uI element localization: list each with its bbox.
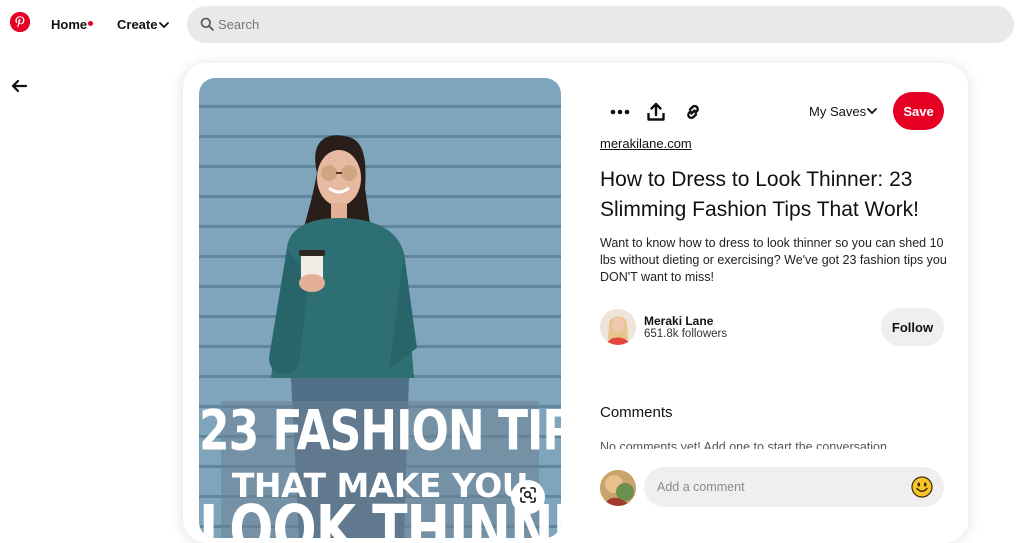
- comment-input[interactable]: [657, 467, 907, 507]
- comment-input-box[interactable]: [644, 467, 944, 507]
- creator-avatar[interactable]: [600, 309, 636, 345]
- chevron-down-icon[interactable]: [158, 18, 170, 36]
- creator-follower-count: 651.8k followers: [644, 328, 728, 340]
- source-link[interactable]: merakilane.com: [600, 136, 692, 151]
- user-avatar[interactable]: [600, 470, 636, 506]
- comments-heading[interactable]: Comments: [600, 404, 673, 421]
- notification-dot: [88, 21, 93, 26]
- follow-button[interactable]: Follow: [881, 308, 944, 346]
- board-selector-label[interactable]: My Saves: [809, 104, 866, 119]
- image-headline-line3: LOOK THINNER: [199, 492, 561, 539]
- nav-create-link[interactable]: Create: [117, 17, 157, 32]
- more-dots-icon[interactable]: [609, 101, 631, 123]
- pin-image[interactable]: 23 FASHION TIPS THAT MAKE YOU LOOK THINN…: [199, 78, 561, 538]
- image-headline-line1: 23 FASHION TIPS: [199, 399, 561, 464]
- pin-title: How to Dress to Look Thinner: 23 Slimmin…: [600, 168, 919, 221]
- search-bar[interactable]: [187, 6, 1014, 43]
- top-nav-bar: Home Create: [0, 0, 1024, 50]
- pin-description: Want to know how to dress to look thinne…: [600, 236, 947, 284]
- share-upload-icon[interactable]: [645, 101, 667, 123]
- search-input[interactable]: [218, 6, 978, 43]
- link-icon[interactable]: [682, 101, 704, 123]
- smiley-emoji-icon[interactable]: [911, 476, 933, 503]
- visual-search-button[interactable]: [511, 480, 545, 514]
- arrow-left-icon[interactable]: [10, 77, 28, 100]
- nav-home-link[interactable]: Home: [51, 17, 87, 32]
- pinterest-logo-icon[interactable]: [10, 12, 30, 32]
- save-button[interactable]: Save: [893, 92, 944, 130]
- search-icon: [200, 17, 214, 36]
- no-comments-text: No comments yet! Add one to start the co…: [600, 441, 891, 449]
- creator-name[interactable]: Meraki Lane: [644, 314, 713, 328]
- chevron-down-icon[interactable]: [866, 104, 878, 122]
- visual-search-icon: [520, 486, 536, 508]
